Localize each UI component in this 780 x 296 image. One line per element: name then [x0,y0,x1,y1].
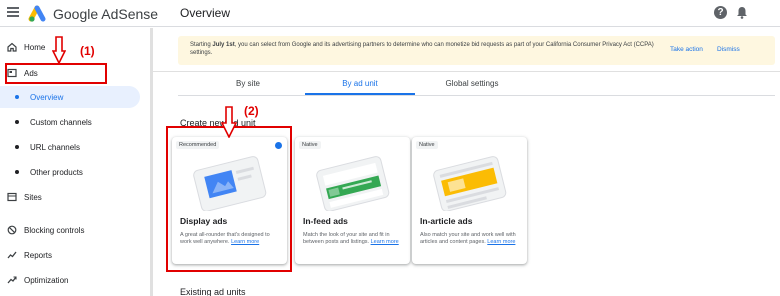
block-icon [7,225,17,235]
sidebar-item-label: Overview [30,92,64,102]
annotation-box-2 [166,126,292,272]
tab-global-settings[interactable]: Global settings [412,79,532,88]
top-app-bar: Google AdSense Overview ? [0,0,780,27]
divider [153,71,780,72]
sidebar-item-label: Sites [24,192,42,202]
sidebar-item-overview[interactable]: Overview [0,86,140,108]
sidebar-item-url-channels[interactable]: URL channels [0,136,140,158]
notifications-bell-icon[interactable] [736,6,748,19]
sidebar-item-sites[interactable]: Sites [0,186,140,208]
bullet-icon [15,145,19,149]
dismiss-link[interactable]: Dismiss [717,46,740,53]
take-action-link[interactable]: Take action [670,46,703,53]
sidebar-divider [150,28,153,296]
annotation-arrow-1-icon [52,36,66,64]
sidebar-item-reports[interactable]: Reports [0,244,140,266]
sidebar-item-label: Home [24,42,46,52]
sidebar-item-other-products[interactable]: Other products [0,161,140,183]
reports-icon [7,251,17,259]
card-title: In-feed ads [303,216,348,226]
bullet-icon [15,120,19,124]
card-description: Match the look of your site and fit in b… [303,232,399,245]
bullet-icon [15,95,19,99]
sidebar-item-label: Custom channels [30,117,92,127]
annotation-label-2: (2) [244,104,259,118]
in-feed-ads-illustration-icon [316,156,390,211]
tabs-divider [178,95,775,96]
sidebar-item-label: Reports [24,250,53,260]
sites-icon [7,192,17,202]
home-icon [7,42,17,52]
in-article-ads-illustration-icon [433,156,507,211]
in-article-ads-card[interactable]: Native In-article ads Also match your si… [412,137,527,264]
card-description: Also match your site and work well with … [420,232,516,245]
banner-text: Starting July 1st, you can select from G… [190,42,654,56]
sidebar-item-label: Blocking controls [24,225,85,235]
adsense-logo-icon [28,5,46,22]
card-title: In-article ads [420,216,473,226]
annotation-box-1 [5,63,107,84]
help-icon[interactable]: ? [714,6,727,19]
page-title: Overview [180,6,231,20]
menu-icon[interactable] [7,7,19,17]
sidebar-item-label: URL channels [30,142,80,152]
sidebar-item-blocking-controls[interactable]: Blocking controls [0,219,140,241]
ccpa-banner: Starting July 1st, you can select from G… [178,36,775,65]
optimization-icon [7,276,17,284]
bullet-icon [15,170,19,174]
sidebar-item-label: Other products [30,167,83,177]
sidebar-item-label: Optimization [24,275,69,285]
existing-ad-units-heading: Existing ad units [180,287,246,296]
app-title: Google AdSense [53,6,159,22]
sidebar-item-home[interactable]: Home [0,36,140,58]
learn-more-link[interactable]: Learn more [371,239,399,245]
annotation-arrow-2-icon [221,106,237,138]
native-badge: Native [299,141,321,149]
learn-more-link[interactable]: Learn more [487,239,515,245]
in-feed-ads-card[interactable]: Native In-feed ads Match the look of you… [295,137,410,264]
annotation-label-1: (1) [80,44,95,58]
sidebar-item-custom-channels[interactable]: Custom channels [0,111,140,133]
tab-by-ad-unit[interactable]: By ad unit [300,79,420,88]
tab-by-site[interactable]: By site [188,79,308,88]
native-badge: Native [416,141,438,149]
sidebar-item-optimization[interactable]: Optimization [0,269,140,291]
